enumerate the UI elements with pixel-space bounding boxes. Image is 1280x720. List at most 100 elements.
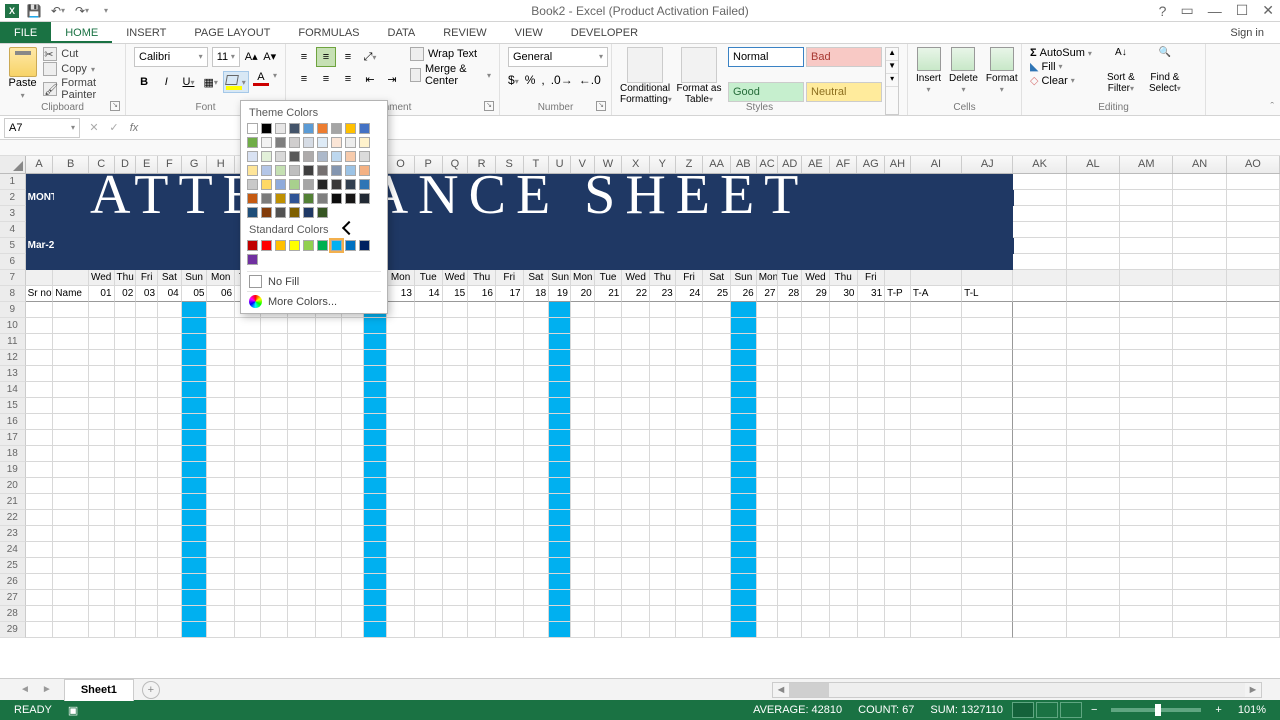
cell-AJ25[interactable] [962,558,1013,574]
cell-Z3[interactable] [676,206,704,222]
cell-P15[interactable] [415,398,443,414]
cell-AJ5[interactable] [962,238,1013,254]
cell-N23[interactable] [364,526,388,542]
theme-swatch-1-6[interactable] [345,137,356,148]
cell-AB13[interactable] [731,366,757,382]
col-header-E[interactable]: E [136,156,158,173]
col-header-F[interactable]: F [158,156,182,173]
row-header-13[interactable]: 13 [0,366,26,382]
cell-I21[interactable] [235,494,261,510]
cell-T27[interactable] [524,590,550,606]
cell-Z15[interactable] [676,398,704,414]
cell-D1[interactable] [115,174,137,190]
cell-AB27[interactable] [731,590,757,606]
theme-swatch-2-8[interactable] [261,165,272,176]
qat-redo-icon[interactable]: ↷▾ [73,2,91,20]
cell-H19[interactable] [207,462,235,478]
cell-L25[interactable] [316,558,342,574]
cell-W14[interactable] [595,382,623,398]
cell-U4[interactable] [549,222,571,238]
cell-X10[interactable] [622,318,650,334]
cell-AO1[interactable] [1227,174,1280,190]
cell-K19[interactable] [288,462,316,478]
sheet-nav-next[interactable]: ► [42,684,52,695]
cell-D19[interactable] [115,462,137,478]
cell-I29[interactable] [235,622,261,638]
cell-U3[interactable] [549,206,571,222]
cell-C15[interactable] [89,398,115,414]
cell-AM28[interactable] [1120,606,1173,622]
cell-M28[interactable] [342,606,364,622]
cell-W8[interactable]: 21 [595,286,623,302]
cell-AF13[interactable] [830,366,858,382]
cell-F28[interactable] [158,606,182,622]
cell-Q29[interactable] [443,622,469,638]
cell-P4[interactable] [415,222,443,238]
cell-AJ16[interactable] [962,414,1013,430]
font-size-select[interactable]: 11▾ [212,47,240,67]
cell-G27[interactable] [182,590,208,606]
cell-W3[interactable] [595,206,623,222]
cell-AJ7[interactable] [962,270,1013,286]
cell-J16[interactable] [261,414,289,430]
cell-Z4[interactable] [676,222,704,238]
cell-U11[interactable] [549,334,571,350]
cell-AE27[interactable] [802,590,830,606]
cell-X9[interactable] [622,302,650,318]
cell-B22[interactable] [53,510,89,526]
cell-AI10[interactable] [911,318,962,334]
cell-V14[interactable] [571,382,595,398]
cell-AO25[interactable] [1227,558,1280,574]
cell-Z29[interactable] [676,622,704,638]
cell-E17[interactable] [136,430,158,446]
standard-swatch-8[interactable] [359,240,370,251]
cell-W23[interactable] [595,526,623,542]
cell-N29[interactable] [364,622,388,638]
cell-AD11[interactable] [778,334,802,350]
standard-swatch-7[interactable] [345,240,356,251]
cell-AA12[interactable] [703,350,731,366]
cell-U19[interactable] [549,462,571,478]
cell-E12[interactable] [136,350,158,366]
cell-S25[interactable] [496,558,524,574]
theme-swatch-4-8[interactable] [289,193,300,204]
cell-E15[interactable] [136,398,158,414]
cell-AA14[interactable] [703,382,731,398]
cell-G4[interactable] [182,222,208,238]
cell-S9[interactable] [496,302,524,318]
cell-AK26[interactable] [1013,574,1066,590]
cell-A16[interactable] [26,414,54,430]
cell-AH25[interactable] [885,558,911,574]
cell-P12[interactable] [415,350,443,366]
cell-B1[interactable] [53,174,89,190]
cell-D28[interactable] [115,606,137,622]
cell-AN17[interactable] [1173,430,1226,446]
cell-T15[interactable] [524,398,550,414]
cell-AK27[interactable] [1013,590,1066,606]
cell-E18[interactable] [136,446,158,462]
cell-A21[interactable] [26,494,54,510]
row-header-18[interactable]: 18 [0,446,26,462]
cell-AD20[interactable] [778,478,802,494]
cell-P7[interactable]: Tue [415,270,443,286]
cell-AC17[interactable] [757,430,779,446]
cell-D17[interactable] [115,430,137,446]
theme-swatch-4-1[interactable] [317,179,328,190]
theme-swatch-4-5[interactable] [247,193,258,204]
cell-Z12[interactable] [676,350,704,366]
cell-T4[interactable] [524,222,550,238]
bold-button[interactable]: B [134,71,154,93]
cell-H14[interactable] [207,382,235,398]
cell-AC14[interactable] [757,382,779,398]
font-color-button[interactable]: A [251,71,271,93]
cell-Z5[interactable] [676,238,704,254]
col-header-R[interactable]: R [468,156,496,173]
cell-O24[interactable] [387,542,415,558]
sheet-nav-prev[interactable]: ◄ [20,684,30,695]
cell-AG24[interactable] [858,542,886,558]
cell-B10[interactable] [53,318,89,334]
cell-AA25[interactable] [703,558,731,574]
signin-link[interactable]: Sign in [1214,22,1280,43]
cell-Y11[interactable] [650,334,676,350]
cell-I16[interactable] [235,414,261,430]
